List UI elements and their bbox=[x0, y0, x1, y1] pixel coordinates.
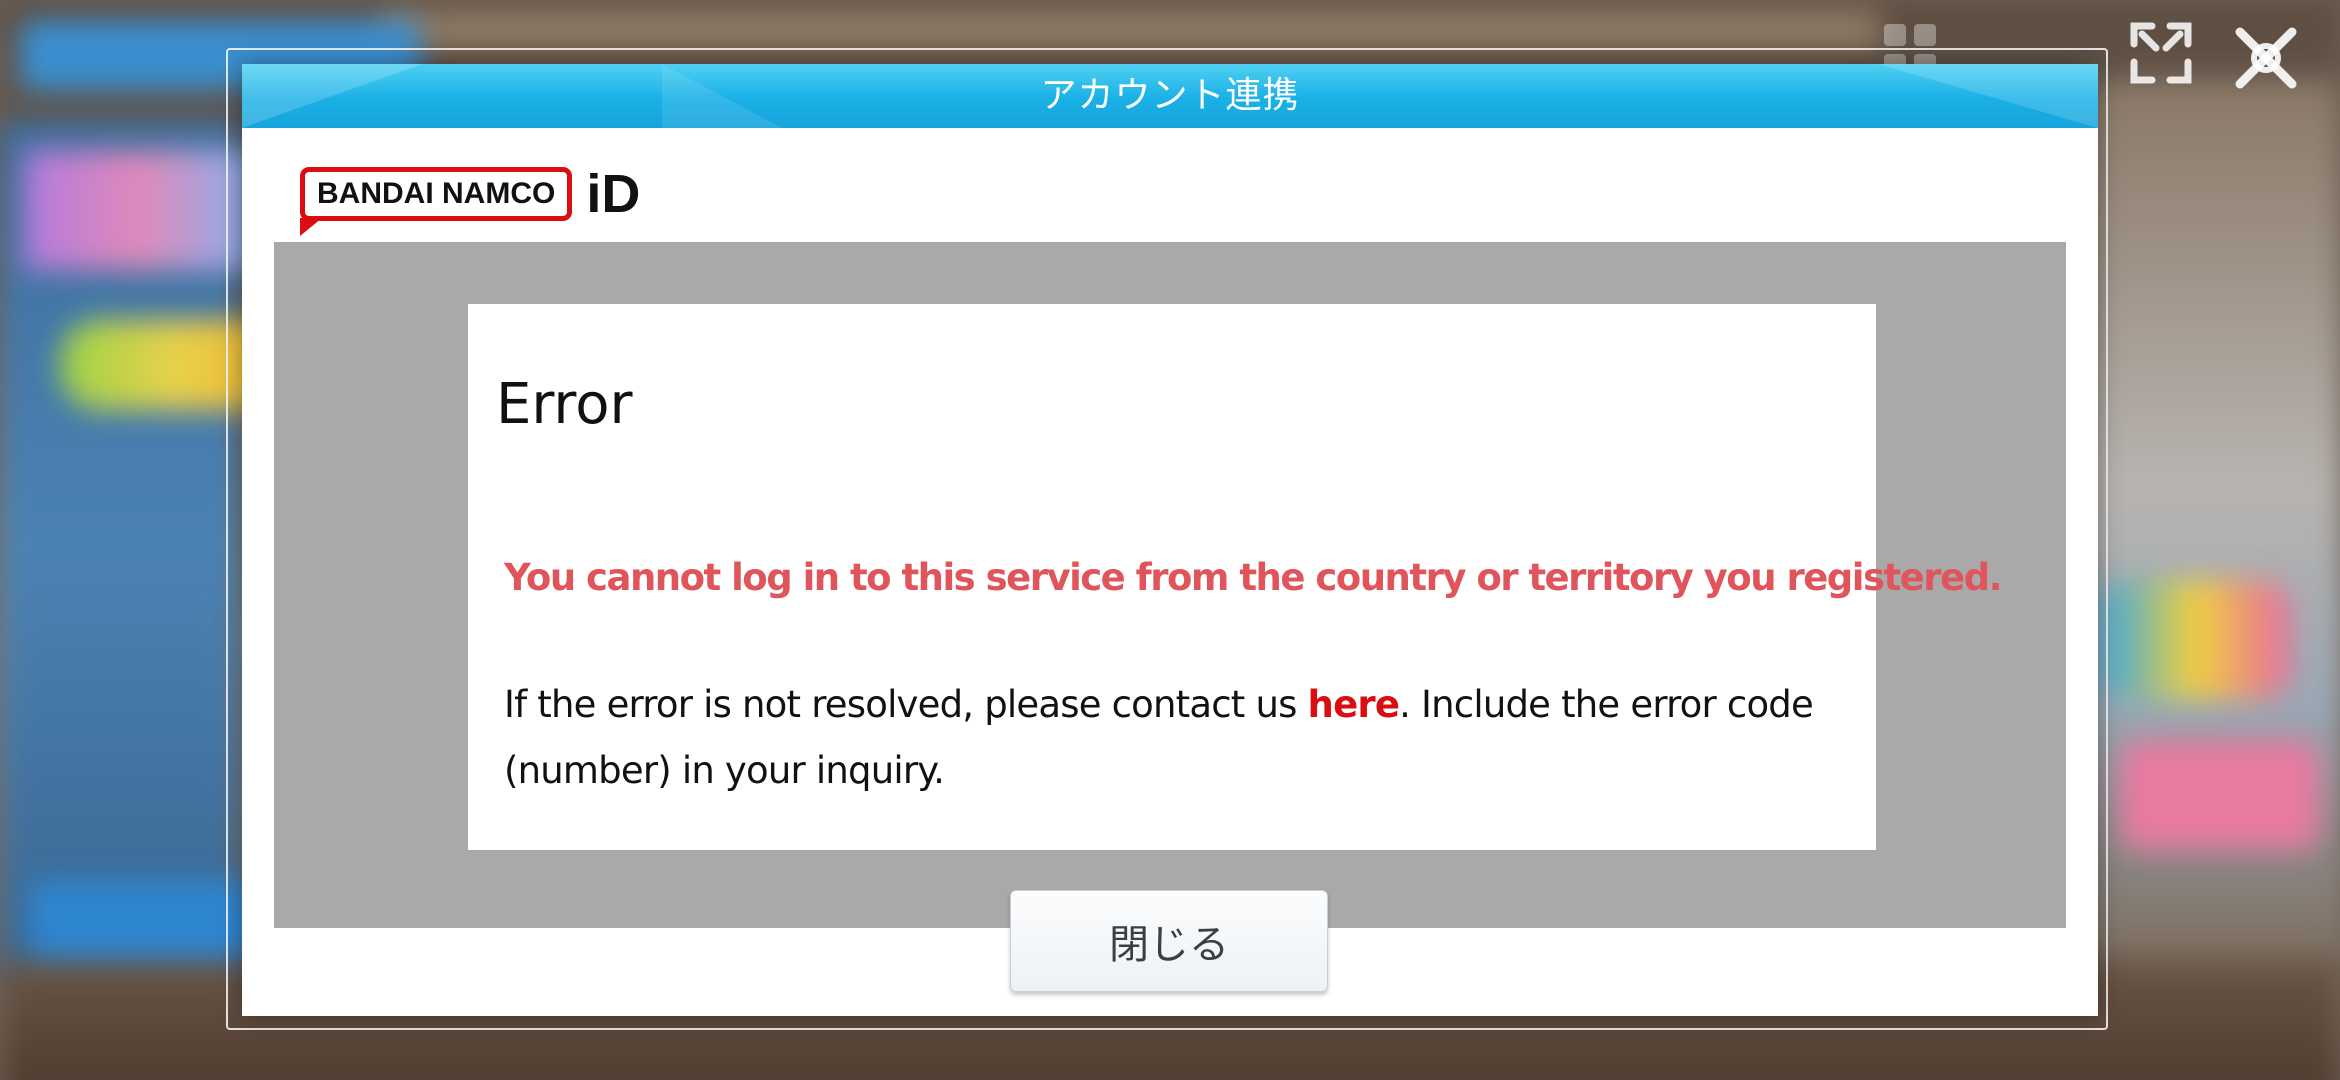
close-x-icon bbox=[2226, 18, 2306, 109]
error-message: You cannot log in to this service from t… bbox=[504, 556, 2003, 599]
background-toy bbox=[2100, 580, 2290, 700]
error-title: Error bbox=[496, 372, 633, 437]
dialog-title: アカウント連携 bbox=[1040, 75, 1300, 116]
background-shelf bbox=[380, 10, 1880, 50]
brand-logo-box: BANDAI NAMCO bbox=[300, 167, 573, 236]
account-link-dialog: アカウント連携 BANDAI NAMCO iD Error You cannot… bbox=[242, 64, 2098, 1016]
help-prefix: If the error is not resolved, please con… bbox=[504, 683, 1308, 726]
background-pink-item bbox=[2120, 740, 2320, 850]
login-webview: BANDAI NAMCO iD Error You cannot log in … bbox=[274, 142, 2066, 928]
error-card: Error You cannot log in to this service … bbox=[468, 304, 2003, 850]
close-button[interactable]: 閉じる bbox=[1010, 890, 1328, 992]
background-poster bbox=[24, 150, 254, 270]
contact-link[interactable]: here bbox=[1308, 683, 1400, 726]
error-help-text: If the error is not resolved, please con… bbox=[504, 672, 1844, 804]
expand-icon bbox=[2128, 20, 2194, 97]
brand-suffix: iD bbox=[586, 164, 641, 224]
dialog-header: アカウント連携 bbox=[242, 64, 2098, 128]
brand-name: BANDAI NAMCO bbox=[317, 177, 556, 210]
brand-bar: BANDAI NAMCO iD bbox=[274, 142, 2066, 242]
game-screen: アカウント連携 BANDAI NAMCO iD Error You cannot… bbox=[0, 0, 2340, 1080]
bandai-namco-id-logo: BANDAI NAMCO iD bbox=[300, 164, 640, 236]
